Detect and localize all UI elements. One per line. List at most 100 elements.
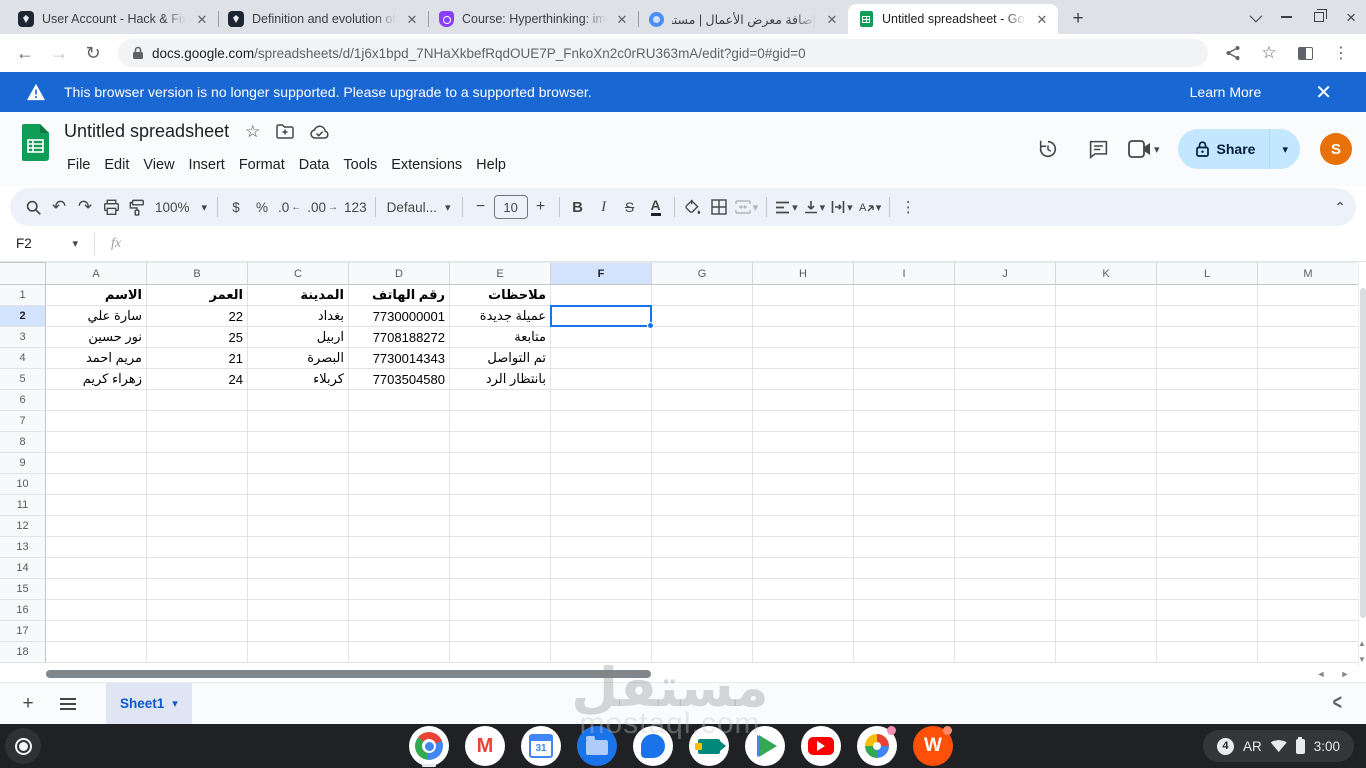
cell-C13[interactable] xyxy=(248,537,349,558)
cell-L9[interactable] xyxy=(1157,453,1258,474)
cell-J6[interactable] xyxy=(955,390,1056,411)
cell-B18[interactable] xyxy=(147,642,248,663)
cell-J4[interactable] xyxy=(955,348,1056,369)
more-formats-button[interactable]: 123 xyxy=(341,193,370,221)
share-button[interactable]: Share xyxy=(1178,129,1270,169)
cell-G6[interactable] xyxy=(652,390,753,411)
shelf-app-youtube[interactable] xyxy=(801,726,841,766)
column-header-I[interactable]: I xyxy=(854,262,955,285)
cell-A3[interactable]: نور حسين xyxy=(46,327,147,348)
decrease-font-size-button[interactable]: − xyxy=(468,193,494,221)
cell-C7[interactable] xyxy=(248,411,349,432)
cell-K9[interactable] xyxy=(1056,453,1157,474)
tab-close-icon[interactable]: ✕ xyxy=(1034,11,1050,27)
cell-E7[interactable] xyxy=(450,411,551,432)
toolbar-search-button[interactable] xyxy=(20,193,46,221)
cell-E8[interactable] xyxy=(450,432,551,453)
borders-button[interactable] xyxy=(706,193,732,221)
shelf-app-meet[interactable] xyxy=(689,726,729,766)
row-header-2[interactable]: 2 xyxy=(0,306,46,327)
bookmark-star-icon[interactable]: ☆ xyxy=(1254,38,1284,68)
row-header-12[interactable]: 12 xyxy=(0,516,46,537)
cell-G17[interactable] xyxy=(652,621,753,642)
toolbar-more-button[interactable]: ⋮ xyxy=(895,193,921,221)
cell-M15[interactable] xyxy=(1258,579,1358,600)
cell-K18[interactable] xyxy=(1056,642,1157,663)
cell-F8[interactable] xyxy=(551,432,652,453)
cell-D4[interactable]: 7730014343 xyxy=(349,348,450,369)
cell-J18[interactable] xyxy=(955,642,1056,663)
cell-M1[interactable] xyxy=(1258,285,1358,306)
cell-I16[interactable] xyxy=(854,600,955,621)
sheets-logo[interactable] xyxy=(22,124,49,164)
cell-G11[interactable] xyxy=(652,495,753,516)
browser-tab-5[interactable]: Untitled spreadsheet - Google✕ xyxy=(848,4,1058,34)
cell-L6[interactable] xyxy=(1157,390,1258,411)
select-all-corner[interactable] xyxy=(0,262,46,285)
cell-F2[interactable] xyxy=(551,306,652,327)
cell-F4[interactable] xyxy=(551,348,652,369)
cell-D15[interactable] xyxy=(349,579,450,600)
cell-H17[interactable] xyxy=(753,621,854,642)
text-wrap-button[interactable]: ▾ xyxy=(828,193,856,221)
name-box[interactable]: F2▾ xyxy=(0,236,86,251)
scroll-down-icon[interactable]: ▼ xyxy=(1358,652,1366,666)
cell-J3[interactable] xyxy=(955,327,1056,348)
shelf-app-calendar[interactable]: 31 xyxy=(521,726,561,766)
cell-L12[interactable] xyxy=(1157,516,1258,537)
tab-close-icon[interactable]: ✕ xyxy=(824,11,840,27)
cell-M17[interactable] xyxy=(1258,621,1358,642)
cell-H2[interactable] xyxy=(753,306,854,327)
cell-I8[interactable] xyxy=(854,432,955,453)
column-header-D[interactable]: D xyxy=(349,262,450,285)
banner-close-icon[interactable]: ✕ xyxy=(1315,80,1332,105)
cell-J8[interactable] xyxy=(955,432,1056,453)
cell-A7[interactable] xyxy=(46,411,147,432)
decrease-decimal-button[interactable]: .0← xyxy=(275,193,304,221)
cell-B16[interactable] xyxy=(147,600,248,621)
cell-E6[interactable] xyxy=(450,390,551,411)
cell-A5[interactable]: زهراء كريم xyxy=(46,369,147,390)
document-status-cloud-icon[interactable] xyxy=(310,125,330,139)
browser-tab-1[interactable]: User Account - Hack & Fix Aca✕ xyxy=(8,4,218,34)
cell-H9[interactable] xyxy=(753,453,854,474)
browser-menu-icon[interactable]: ⋮ xyxy=(1326,38,1356,68)
cell-E18[interactable] xyxy=(450,642,551,663)
sheet-tab-sheet1[interactable]: Sheet1▾ xyxy=(106,683,192,725)
cell-G16[interactable] xyxy=(652,600,753,621)
cell-J10[interactable] xyxy=(955,474,1056,495)
cell-B1[interactable]: العمر xyxy=(147,285,248,306)
new-tab-button[interactable]: + xyxy=(1064,5,1092,33)
cell-E1[interactable]: ملاحظات xyxy=(450,285,551,306)
cell-B17[interactable] xyxy=(147,621,248,642)
cell-I12[interactable] xyxy=(854,516,955,537)
cell-K2[interactable] xyxy=(1056,306,1157,327)
cell-C14[interactable] xyxy=(248,558,349,579)
menu-tools[interactable]: Tools xyxy=(336,154,384,176)
cell-L16[interactable] xyxy=(1157,600,1258,621)
menu-file[interactable]: File xyxy=(60,154,97,176)
cell-I17[interactable] xyxy=(854,621,955,642)
menu-insert[interactable]: Insert xyxy=(182,154,232,176)
tab-close-icon[interactable]: ✕ xyxy=(614,11,630,27)
cell-M8[interactable] xyxy=(1258,432,1358,453)
cell-K8[interactable] xyxy=(1056,432,1157,453)
add-sheet-button[interactable]: + xyxy=(8,684,48,724)
cell-D5[interactable]: 7703504580 xyxy=(349,369,450,390)
cell-J12[interactable] xyxy=(955,516,1056,537)
paint-format-button[interactable] xyxy=(124,193,150,221)
cell-K7[interactable] xyxy=(1056,411,1157,432)
share-dropdown-button[interactable]: ▾ xyxy=(1269,129,1300,169)
cell-K16[interactable] xyxy=(1056,600,1157,621)
menu-view[interactable]: View xyxy=(136,154,181,176)
row-header-15[interactable]: 15 xyxy=(0,579,46,600)
column-header-E[interactable]: E xyxy=(450,262,551,285)
cell-F16[interactable] xyxy=(551,600,652,621)
menu-edit[interactable]: Edit xyxy=(97,154,136,176)
cell-J13[interactable] xyxy=(955,537,1056,558)
cell-I7[interactable] xyxy=(854,411,955,432)
back-button[interactable]: ← xyxy=(10,38,40,68)
cell-E17[interactable] xyxy=(450,621,551,642)
cell-G10[interactable] xyxy=(652,474,753,495)
cell-G5[interactable] xyxy=(652,369,753,390)
